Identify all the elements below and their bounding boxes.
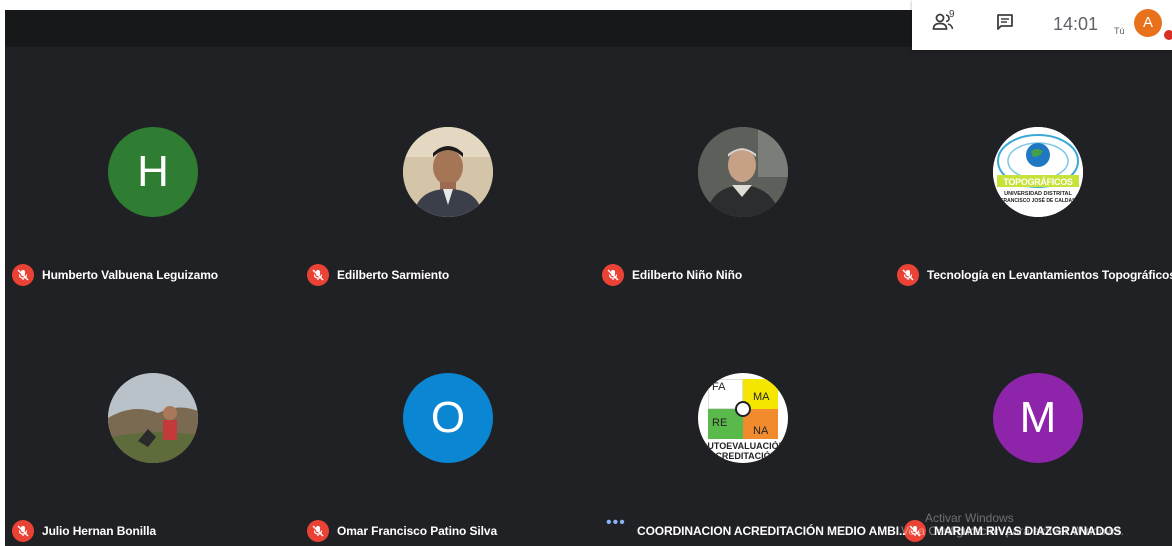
people-icon[interactable]: 9 — [932, 9, 960, 36]
mic-off-icon — [602, 264, 624, 286]
clock-time: 14:01 — [1053, 14, 1099, 34]
mic-off-icon — [12, 264, 34, 286]
avatar-initial: O — [430, 393, 466, 442]
self-avatar[interactable]: A — [1134, 9, 1162, 37]
mic-off-icon — [307, 520, 329, 542]
top-bar: 9 14:01 Tú A — [912, 0, 1172, 50]
participant-name: Edilberto Niño Niño — [632, 268, 743, 282]
participant-tile[interactable]: Edilberto Sarmiento — [300, 47, 595, 287]
participant-name: Tecnología en Levantamientos Topográfico… — [927, 268, 1172, 282]
participant-tile[interactable]: Julio Hernan Bonilla — [5, 293, 300, 542]
participant-avatar: H — [108, 127, 198, 217]
magnifier-icon — [735, 401, 751, 417]
more-options-dots-icon[interactable]: ••• — [606, 514, 626, 532]
logo-caption: AUTOEVALUACIÓN — [700, 441, 786, 451]
participant-tile[interactable]: O Omar Francisco Patino Silva — [300, 293, 595, 542]
participant-avatar-photo — [108, 373, 198, 463]
logo-re: RE — [712, 417, 728, 429]
logo-na: NA — [753, 425, 769, 437]
participant-name: COORDINACION ACREDITACIÓN MEDIO AMBI... — [637, 524, 909, 538]
participant-tile[interactable]: M MARIAM RIVAS DIAZGRANADOS — [890, 293, 1172, 542]
logo-ma: MA — [753, 391, 770, 403]
mic-off-icon — [12, 520, 34, 542]
participant-name: Julio Hernan Bonilla — [42, 524, 157, 538]
participants-count: 9 — [949, 9, 955, 20]
participant-avatar-logo: TOPOGRÁFICOS UNIVERSIDAD DISTRITAL FRANC… — [993, 127, 1083, 217]
logo-subtitle-2: FRANCISCO JOSÉ DE CALDAS — [1000, 198, 1076, 204]
notification-dot — [1164, 30, 1172, 40]
participant-tile[interactable]: TOPOGRÁFICOS UNIVERSIDAD DISTRITAL FRANC… — [890, 47, 1172, 287]
participant-avatar: M — [993, 373, 1083, 463]
self-initial: A — [1142, 14, 1153, 31]
participant-tile[interactable]: FA MA RE NA AUTOEVALUACIÓN ACREDITACIÓN … — [595, 293, 909, 538]
mic-off-icon — [897, 264, 919, 286]
meeting-grid: H Humberto Valbuena Leguizamo Edilberto … — [5, 10, 1172, 546]
mic-off-icon — [307, 264, 329, 286]
participant-avatar: O — [403, 373, 493, 463]
top-strip — [5, 10, 915, 47]
avatar-initial: H — [137, 147, 169, 196]
participant-name: Omar Francisco Patino Silva — [337, 524, 498, 538]
participant-tile[interactable]: Edilberto Niño Niño — [595, 47, 890, 287]
logo-caption-2: ACREDITACIÓN — [708, 451, 778, 461]
participant-avatar-logo: FA MA RE NA AUTOEVALUACIÓN ACREDITACIÓN — [698, 373, 788, 463]
activate-windows-title: Activar Windows — [925, 511, 1014, 525]
chat-icon[interactable] — [995, 12, 1019, 36]
participant-avatar-photo — [698, 127, 788, 217]
logo-fa: FA — [712, 381, 726, 393]
activate-windows-text: Ve a Configuración para activar Windows. — [901, 524, 1124, 538]
self-label: Tú — [1114, 26, 1125, 36]
participant-tile[interactable]: H Humberto Valbuena Leguizamo — [5, 47, 300, 287]
participant-name: Humberto Valbuena Leguizamo — [42, 268, 218, 282]
avatar-initial: M — [1019, 393, 1057, 442]
logo-title: TOPOGRÁFICOS — [1003, 177, 1073, 187]
participant-name: Edilberto Sarmiento — [337, 268, 450, 282]
participant-avatar-photo — [403, 127, 493, 217]
logo-subtitle: UNIVERSIDAD DISTRITAL — [1004, 191, 1072, 197]
